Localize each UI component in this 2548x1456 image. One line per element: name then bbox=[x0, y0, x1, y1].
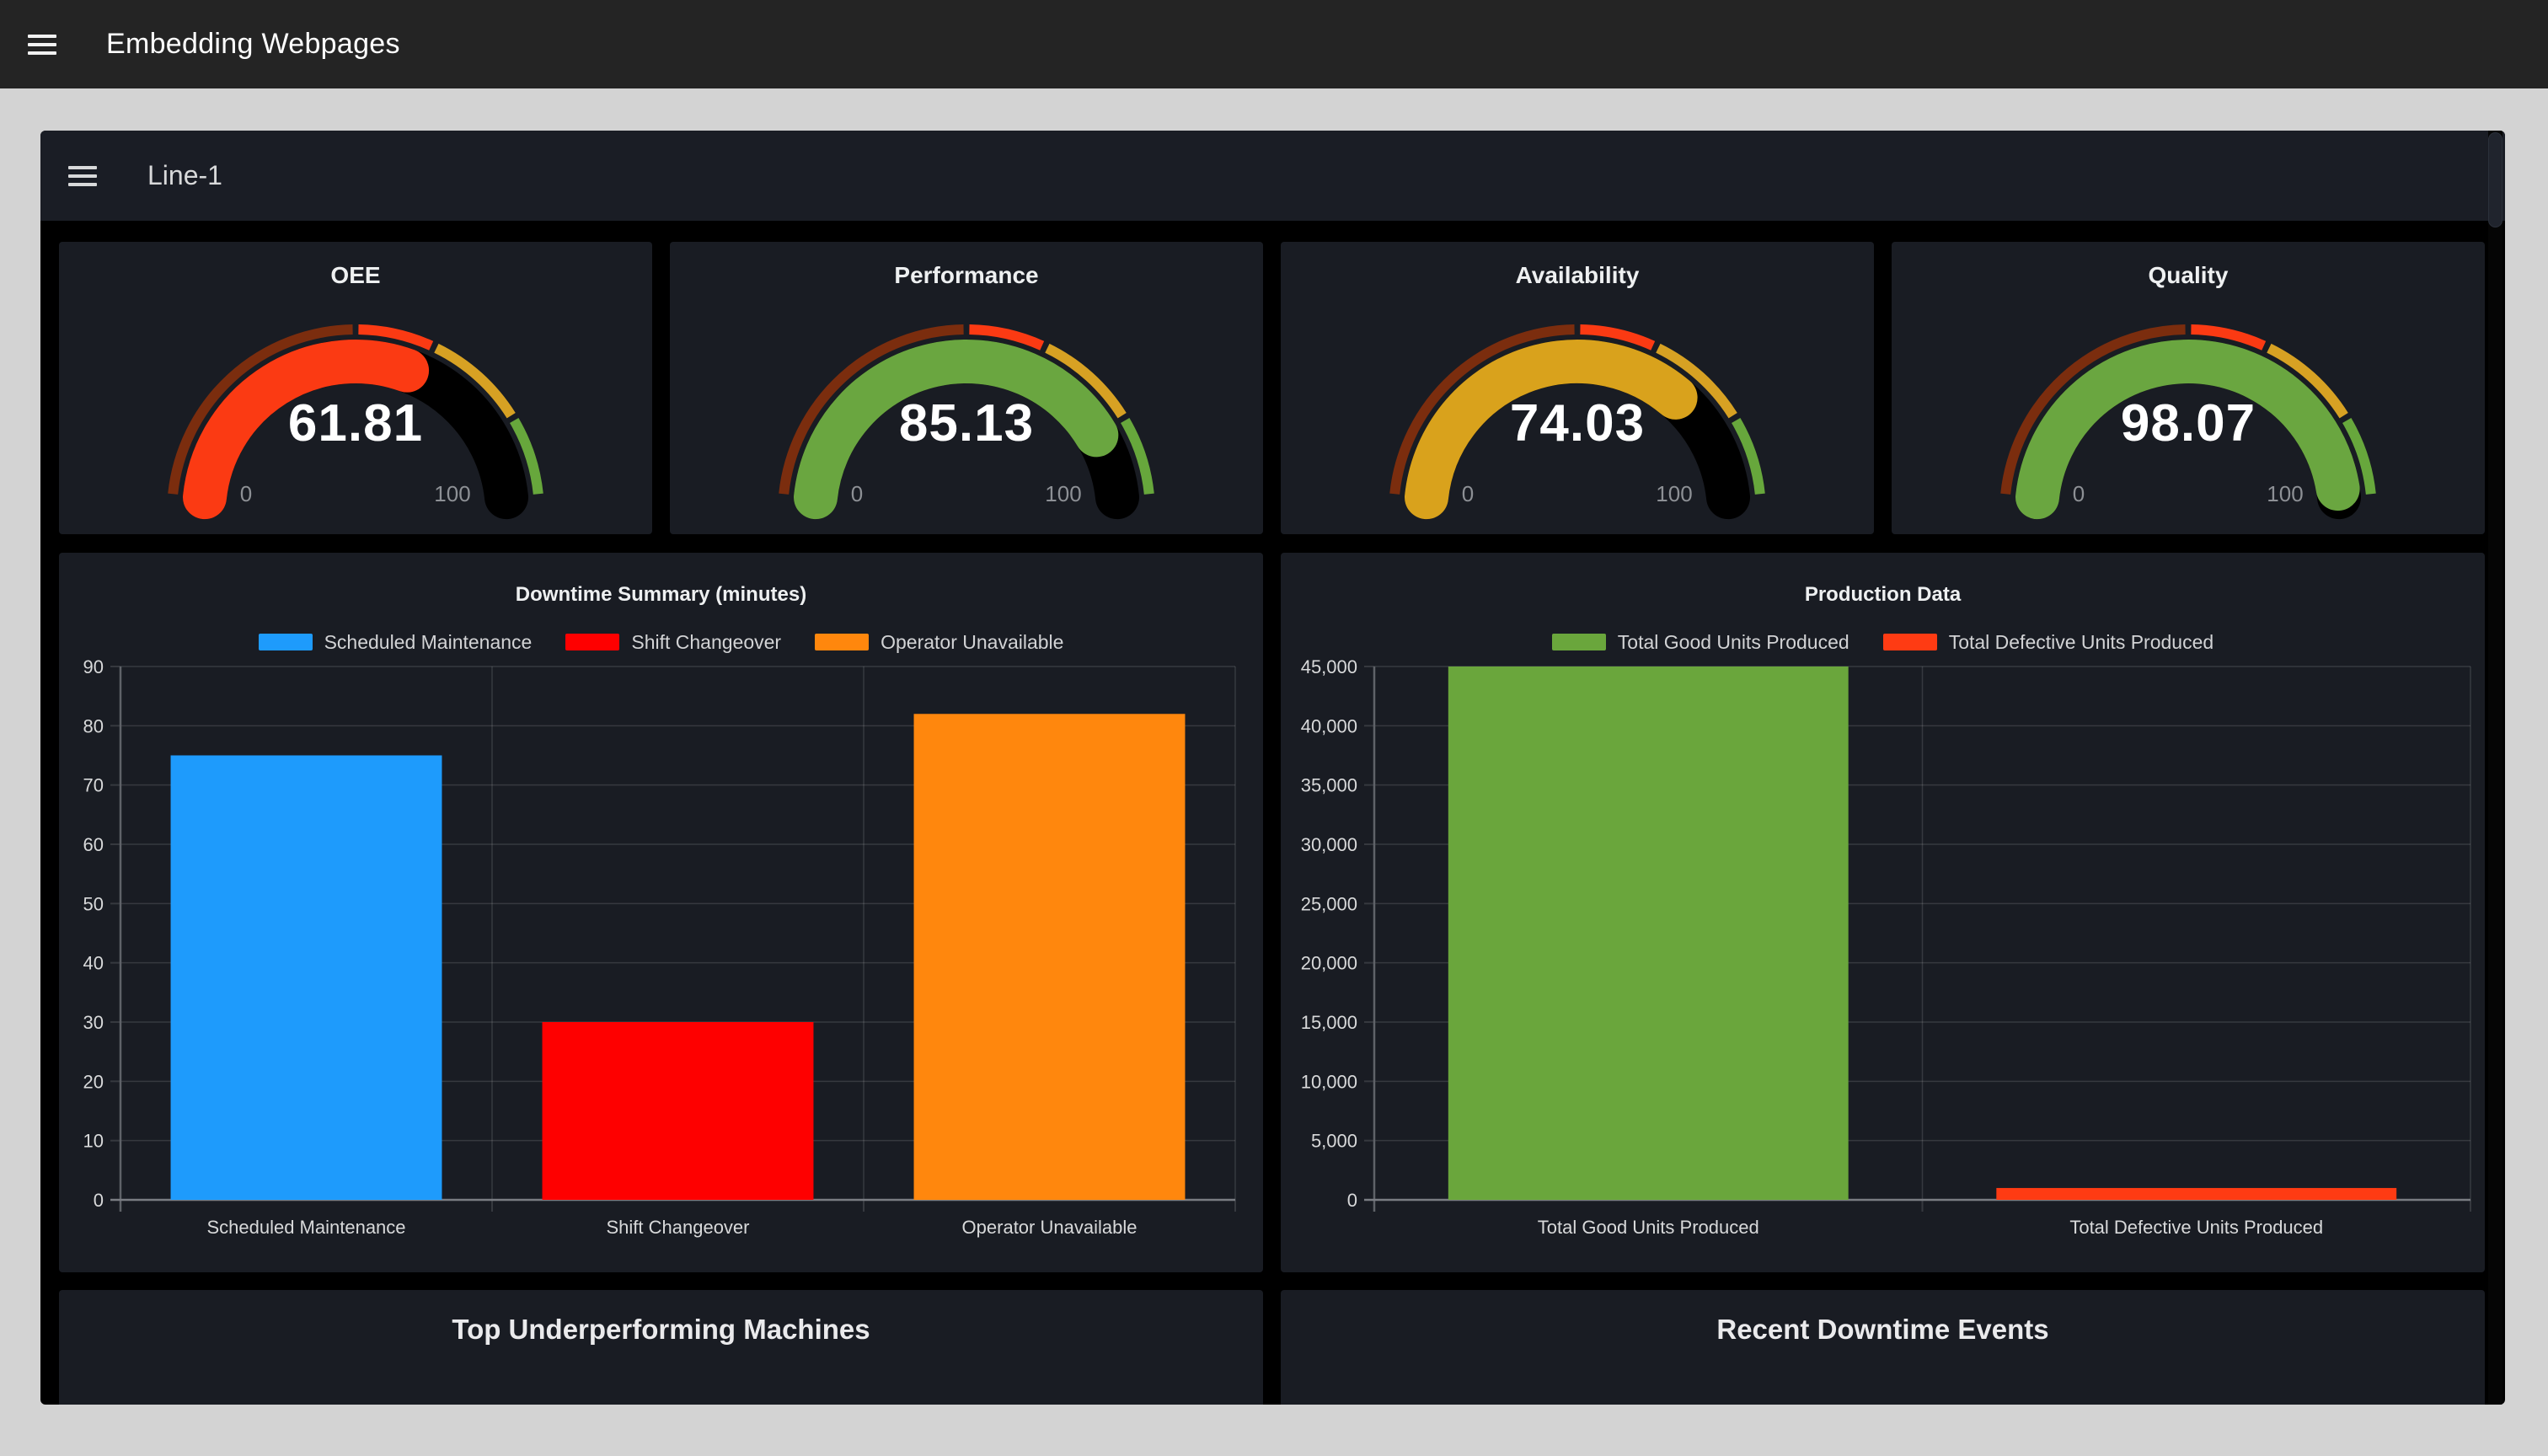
panel-title: Recent Downtime Events bbox=[1281, 1314, 2485, 1346]
bar-chart: 0 10 20 30 40 50 60 70 80 90 Scheduled Maintenance… bbox=[59, 553, 1263, 1272]
gauge-arc bbox=[1892, 242, 2485, 534]
svg-text:10,000: 10,000 bbox=[1301, 1071, 1357, 1092]
svg-text:0: 0 bbox=[94, 1190, 104, 1211]
svg-text:Total Good Units Produced: Total Good Units Produced bbox=[1538, 1217, 1759, 1238]
svg-text:Shift Changeover: Shift Changeover bbox=[607, 1217, 750, 1238]
gauge-arc bbox=[59, 242, 652, 534]
dashboard-title: Line-1 bbox=[147, 160, 222, 191]
gauge-min-label: 0 bbox=[212, 481, 280, 507]
gauge-panel-quality: Quality 98.07 0 100 bbox=[1892, 242, 2485, 534]
svg-text:5,000: 5,000 bbox=[1311, 1131, 1357, 1152]
svg-text:25,000: 25,000 bbox=[1301, 893, 1357, 914]
gauge-panel-oee: OEE 61.81 0 100 bbox=[59, 242, 652, 534]
recent-downtime-events-panel: Recent Downtime Events bbox=[1281, 1290, 2485, 1405]
svg-text:70: 70 bbox=[83, 775, 104, 796]
gauge-max-label: 100 bbox=[419, 481, 486, 507]
svg-text:10: 10 bbox=[83, 1131, 104, 1152]
gauge-max-label: 100 bbox=[2251, 481, 2319, 507]
panel-title: Top Underperforming Machines bbox=[59, 1314, 1263, 1346]
svg-text:45,000: 45,000 bbox=[1301, 656, 1357, 677]
gauge-min-label: 0 bbox=[1434, 481, 1502, 507]
svg-text:Operator Unavailable: Operator Unavailable bbox=[962, 1217, 1138, 1238]
svg-text:Total Defective Units Produced: Total Defective Units Produced bbox=[2069, 1217, 2323, 1238]
dashboard-scrollbar-thumb[interactable] bbox=[2488, 132, 2502, 228]
production-data-panel: Production Data Total Good Units Produce… bbox=[1281, 553, 2485, 1272]
gauge-max-label: 100 bbox=[1030, 481, 1097, 507]
svg-text:30,000: 30,000 bbox=[1301, 834, 1357, 855]
svg-text:0: 0 bbox=[1347, 1190, 1357, 1211]
app-topbar: Embedding Webpages bbox=[0, 0, 2548, 88]
svg-text:35,000: 35,000 bbox=[1301, 775, 1357, 796]
top-underperforming-machines-panel: Top Underperforming Machines bbox=[59, 1290, 1263, 1405]
svg-text:90: 90 bbox=[83, 656, 104, 677]
svg-text:20: 20 bbox=[83, 1071, 104, 1092]
gauge-value: 61.81 bbox=[59, 393, 652, 453]
bar-chart: 0 5,000 10,000 15,000 20,000 25,000 30,000 35,0… bbox=[1281, 553, 2485, 1272]
svg-text:15,000: 15,000 bbox=[1301, 1012, 1357, 1033]
gauge-min-label: 0 bbox=[823, 481, 891, 507]
gauge-value: 74.03 bbox=[1281, 393, 1874, 453]
svg-text:40: 40 bbox=[83, 953, 104, 974]
gauge-value: 98.07 bbox=[1892, 393, 2485, 453]
gauge-arc bbox=[670, 242, 1263, 534]
svg-text:20,000: 20,000 bbox=[1301, 953, 1357, 974]
app-title: Embedding Webpages bbox=[106, 28, 400, 61]
dashboard-header: Line-1 bbox=[40, 131, 2505, 221]
gauge-max-label: 100 bbox=[1641, 481, 1708, 507]
svg-text:50: 50 bbox=[83, 893, 104, 914]
gauge-panel-performance: Performance 85.13 0 100 bbox=[670, 242, 1263, 534]
downtime-summary-panel: Downtime Summary (minutes) Scheduled Mai… bbox=[59, 553, 1263, 1272]
embedded-dashboard: Line-1 OEE 61.81 0 100 Performance 85.13… bbox=[40, 131, 2505, 1405]
dashboard-menu-icon[interactable] bbox=[68, 166, 97, 186]
gauge-value: 85.13 bbox=[670, 393, 1263, 453]
gauge-min-label: 0 bbox=[2045, 481, 2112, 507]
svg-text:60: 60 bbox=[83, 834, 104, 855]
app-menu-icon[interactable] bbox=[28, 35, 56, 55]
svg-text:80: 80 bbox=[83, 715, 104, 736]
gauge-arc bbox=[1281, 242, 1874, 534]
svg-text:30: 30 bbox=[83, 1012, 104, 1033]
gauge-panel-availability: Availability 74.03 0 100 bbox=[1281, 242, 1874, 534]
svg-text:40,000: 40,000 bbox=[1301, 715, 1357, 736]
dashboard-scrollbar[interactable] bbox=[2488, 131, 2502, 1405]
svg-text:Scheduled Maintenance: Scheduled Maintenance bbox=[206, 1217, 405, 1238]
